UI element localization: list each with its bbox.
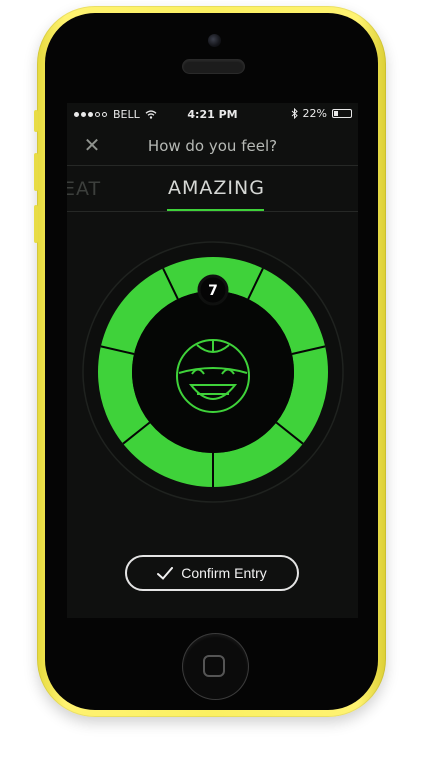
page-title: How do you feel? (147, 137, 278, 155)
battery-level-fill (334, 111, 338, 116)
battery-percent: 22% (302, 107, 327, 120)
battery-icon (332, 109, 352, 118)
category-tabs: EAT AMAZING (67, 165, 358, 212)
status-right-group: 22% (291, 107, 352, 120)
app-screen: BELL 4:21 PM 22% ✕ How do you feel? EAT … (67, 103, 358, 618)
silent-switch (34, 110, 38, 132)
earpiece-speaker (183, 60, 244, 73)
front-camera-icon (208, 34, 221, 47)
status-bar: BELL 4:21 PM 22% (67, 103, 358, 125)
volume-down-button (34, 205, 38, 243)
confirm-entry-label: Confirm Entry (181, 565, 267, 581)
home-button-icon (203, 655, 225, 677)
confirm-entry-button[interactable]: Confirm Entry (125, 555, 299, 591)
mood-value: 7 (208, 283, 218, 299)
tab-amazing[interactable]: AMAZING (168, 177, 265, 199)
checkmark-icon (157, 566, 174, 580)
mood-gauge[interactable]: 7 (67, 213, 358, 543)
active-tab-indicator (167, 209, 264, 211)
bluetooth-icon (291, 108, 298, 119)
gauge-inner-disc (132, 291, 294, 453)
tab-eat[interactable]: EAT (67, 178, 101, 200)
volume-up-button (34, 153, 38, 191)
screen-header: ✕ How do you feel? (67, 125, 358, 166)
